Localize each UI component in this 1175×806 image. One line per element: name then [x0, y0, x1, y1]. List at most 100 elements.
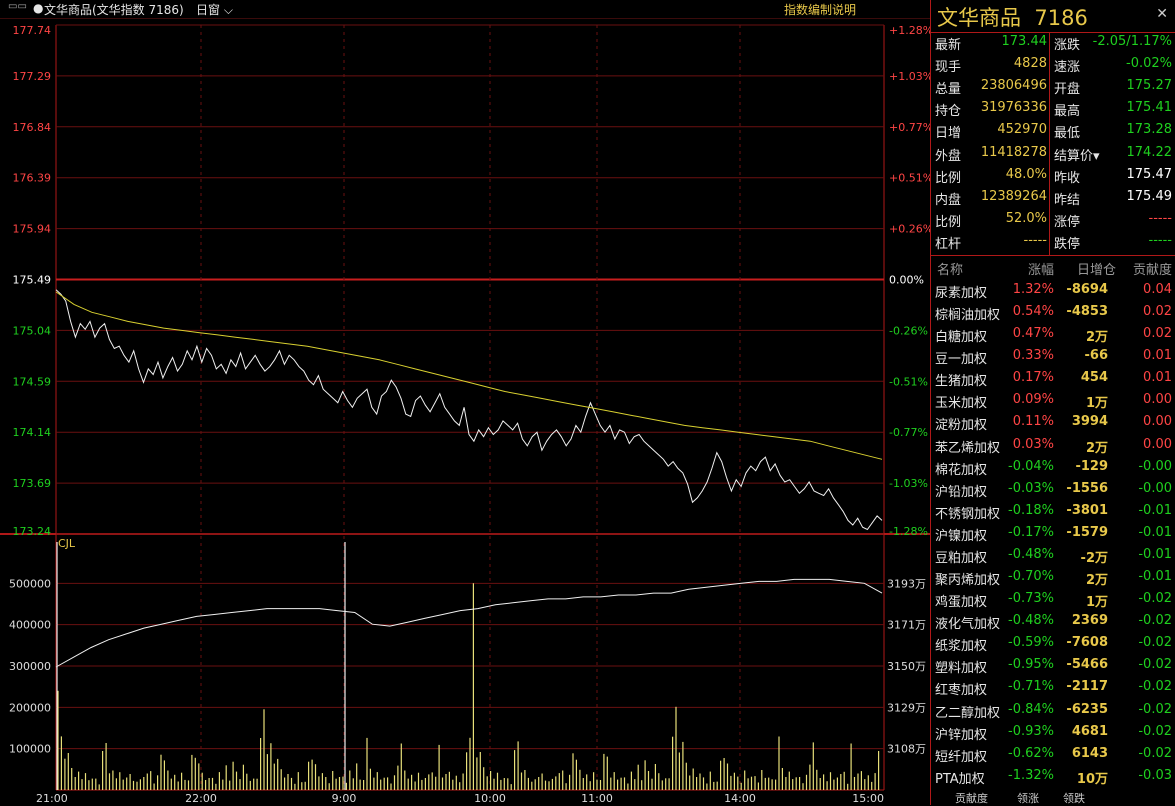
quote-label: 速涨 [1054, 60, 1081, 76]
volume-tick-label: 100000 [9, 743, 51, 756]
row-name: 豆粕加权 [935, 550, 988, 566]
quote-value: -2.05/1.17% [1092, 34, 1172, 49]
quote-label: 持仓 [935, 104, 962, 120]
row-oi-change: -1556 [1066, 480, 1108, 496]
volume-tick-label: 400000 [9, 619, 51, 632]
quote-label[interactable]: 结算价▾ [1054, 145, 1100, 164]
oi-tick-label: 3108万 [887, 743, 926, 756]
row-contribution: -0.02 [1138, 745, 1172, 761]
time-tick-label: 9:00 [332, 792, 357, 805]
quote-value: 4828 [1013, 56, 1047, 72]
close-icon[interactable]: ✕ [1156, 6, 1168, 22]
quote-value: 12389264 [980, 188, 1047, 204]
price-line [55, 289, 883, 531]
volume-label: CJL [58, 537, 76, 550]
price-tick-label: 176.39 [13, 172, 52, 185]
pct-tick-label: +0.26% [889, 223, 930, 236]
column-header[interactable]: 日增仓 [1077, 259, 1116, 278]
quote-label: 内盘 [935, 192, 962, 208]
row-name: 沪锌加权 [935, 727, 988, 743]
quote-value: ----- [1148, 210, 1172, 226]
tab-leading-losers[interactable]: 领跌 [1063, 790, 1085, 806]
quote-value: 174.22 [1126, 144, 1173, 160]
row-contribution: -0.03 [1138, 767, 1172, 783]
row-change: -0.62% [1008, 745, 1054, 761]
row-name: 短纤加权 [935, 749, 988, 765]
row-change: 0.54% [1012, 304, 1054, 320]
quote-value: 23806496 [980, 78, 1047, 94]
row-contribution: -0.01 [1138, 546, 1172, 562]
oi-tick-label: 3193万 [887, 577, 926, 590]
row-oi-change: 4681 [1071, 723, 1108, 739]
row-name: PTA加权 [935, 771, 985, 787]
row-change: 1.32% [1012, 282, 1054, 297]
tab-contribution[interactable]: 贡献度 [955, 790, 988, 806]
row-oi-change: 2369 [1071, 613, 1108, 629]
row-contribution: -0.02 [1138, 701, 1172, 717]
price-tick-label: 177.74 [13, 24, 52, 37]
instrument-name: 文华商品 7186 [937, 6, 1088, 30]
row-change: -1.32% [1008, 767, 1054, 783]
row-contribution: -0.00 [1138, 480, 1172, 496]
price-tick-label: 173.69 [13, 477, 52, 490]
quote-label: 比例 [935, 170, 962, 186]
row-change: -0.03% [1008, 480, 1054, 496]
price-tick-label: 173.24 [13, 525, 52, 538]
quote-value: 452970 [997, 122, 1047, 138]
row-oi-change: -8694 [1066, 282, 1108, 297]
row-oi-change: 454 [1080, 370, 1108, 386]
row-contribution: -0.02 [1138, 635, 1172, 651]
column-header[interactable]: 贡献度 [1133, 259, 1172, 278]
row-change: -0.17% [1008, 524, 1054, 540]
price-tick-label: 174.59 [13, 375, 52, 388]
time-tick-label: 15:00 [852, 792, 884, 805]
row-oi-change: 2万 [1085, 573, 1108, 589]
quote-value: 173.28 [1126, 122, 1173, 138]
row-name: 棕榈油加权 [935, 308, 1001, 324]
quote-value: 31976336 [980, 100, 1047, 116]
row-name: 尿素加权 [935, 286, 988, 301]
pct-tick-label: -0.77% [889, 426, 928, 439]
row-name: 液化气加权 [935, 617, 1001, 633]
bottom-tabs: 贡献度 领涨 领跌 [931, 789, 1175, 805]
column-header[interactable]: 名称 [937, 259, 963, 278]
quote-value: -0.02% [1126, 56, 1172, 72]
quote-label: 昨收 [1054, 170, 1081, 186]
time-tick-label: 10:00 [474, 792, 506, 805]
column-header[interactable]: 涨幅 [1028, 259, 1054, 278]
row-oi-change: -2万 [1080, 550, 1108, 566]
row-contribution: 0.01 [1143, 348, 1172, 364]
quote-value: 11418278 [980, 144, 1047, 160]
row-contribution: -0.02 [1138, 723, 1172, 739]
price-tick-label: 177.29 [13, 70, 52, 83]
row-oi-change: 2万 [1085, 330, 1108, 346]
row-contribution: -0.01 [1138, 524, 1172, 540]
pct-tick-label: +0.77% [889, 121, 930, 134]
row-change: -0.59% [1008, 635, 1054, 651]
oi-tick-label: 3129万 [887, 701, 926, 714]
pct-tick-label: 0.00% [889, 274, 924, 287]
time-tick-label: 11:00 [581, 792, 613, 805]
price-tick-label: 175.94 [13, 223, 52, 236]
quote-value: 48.0% [1005, 166, 1047, 182]
row-change: -0.48% [1008, 613, 1054, 629]
quote-panel: 文华商品 7186 ✕ 最新 173.44 现手 4828 总量 23806496 持仓 31… [930, 0, 1175, 805]
row-oi-change: 1万 [1085, 396, 1108, 412]
quote-label: 跌停 [1054, 236, 1081, 252]
row-oi-change: -6235 [1066, 701, 1108, 717]
quote-label: 外盘 [935, 148, 962, 164]
row-name: 豆一加权 [935, 352, 988, 368]
row-oi-change: 3994 [1071, 414, 1108, 430]
time-tick-label: 21:00 [36, 792, 68, 805]
quote-label: 最高 [1054, 104, 1081, 120]
quote-label: 现手 [935, 60, 962, 76]
quote-value: 175.47 [1126, 166, 1173, 182]
row-change: -0.93% [1008, 723, 1054, 739]
row-contribution: -0.02 [1138, 591, 1172, 607]
row-oi-change: 6143 [1071, 745, 1108, 761]
quote-value: 173.44 [1001, 34, 1048, 49]
divider [1049, 33, 1050, 255]
row-contribution: 0.00 [1143, 414, 1172, 430]
tab-leading-gainers[interactable]: 领涨 [1017, 790, 1039, 806]
row-change: -0.95% [1008, 657, 1054, 673]
